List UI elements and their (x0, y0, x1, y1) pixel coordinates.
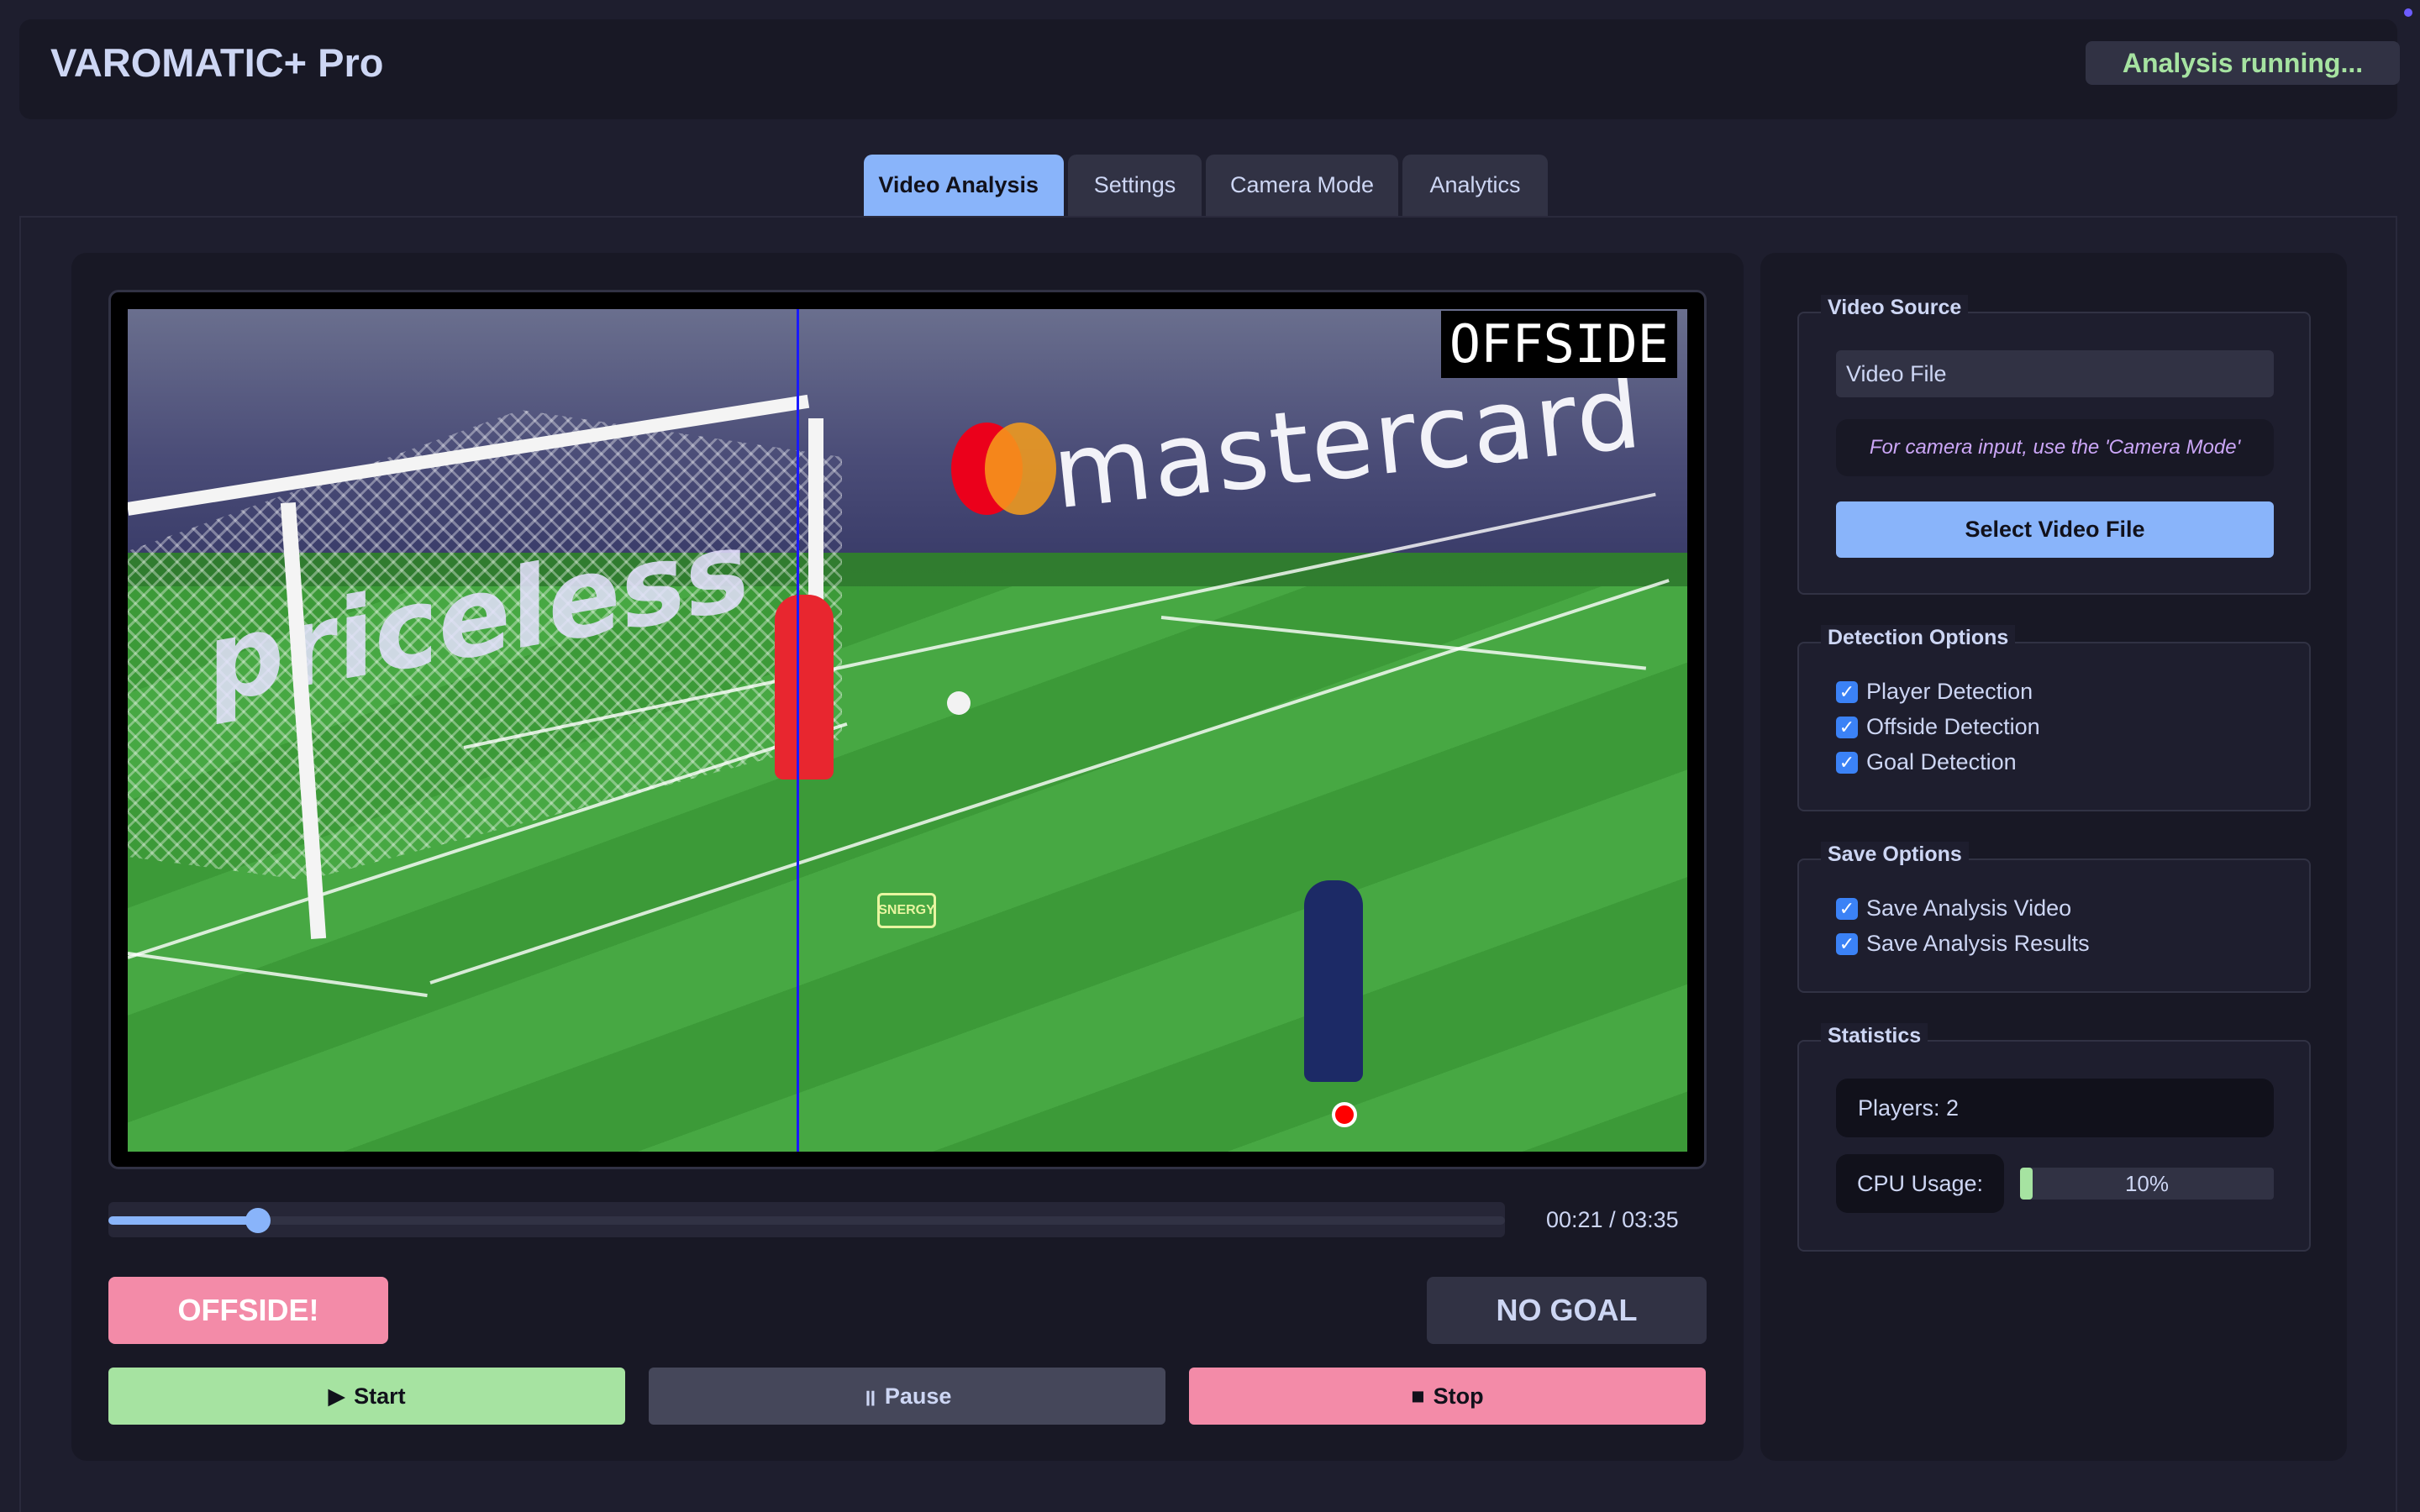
checkbox-checked-icon[interactable]: ✓ (1836, 751, 1858, 774)
app-title: VAROMATIC+ Pro (50, 40, 384, 85)
cpu-usage-percent: 10% (2124, 1170, 2170, 1196)
cpu-usage-label: CPU Usage: (1836, 1154, 2004, 1213)
pause-label: Pause (884, 1383, 952, 1409)
time-display: 00:21 / 03:35 (1546, 1207, 1679, 1232)
select-video-file-button[interactable]: Select Video File (1836, 501, 2274, 558)
checkbox-label: Player Detection (1866, 679, 2033, 704)
video-display: mastercard priceless SNERGY OFFSIDE (108, 290, 1707, 1169)
player-blue (1304, 880, 1363, 1082)
player-detection-checkbox[interactable]: ✓ Player Detection (1836, 679, 2033, 705)
seek-handle[interactable] (245, 1208, 271, 1233)
pause-button[interactable]: ॥ Pause (649, 1368, 1165, 1425)
goal-decision-badge: NO GOAL (1427, 1277, 1707, 1344)
offside-detection-checkbox[interactable]: ✓ Offside Detection (1836, 714, 2040, 740)
video-source-group: Video Source Video File For camera input… (1797, 295, 2311, 595)
checkbox-checked-icon[interactable]: ✓ (1836, 897, 1858, 920)
player-red (775, 595, 834, 780)
checkbox-checked-icon[interactable]: ✓ (1836, 680, 1858, 703)
window-indicator-dot (2404, 8, 2412, 17)
save-analysis-video-checkbox[interactable]: ✓ Save Analysis Video (1836, 895, 2071, 921)
offside-decision-badge: OFFSIDE! (108, 1277, 388, 1344)
seek-rail (108, 1216, 1505, 1225)
stop-button[interactable]: ■ Stop (1189, 1368, 1706, 1425)
mastercard-logo (951, 423, 1056, 515)
group-title: Statistics (1821, 1023, 1928, 1048)
players-count: Players: 2 (1836, 1079, 2274, 1137)
pause-icon: ॥ (862, 1384, 876, 1410)
goal-detection-checkbox[interactable]: ✓ Goal Detection (1836, 749, 2017, 775)
player-marker-dot (1332, 1102, 1357, 1127)
status-badge: Analysis running... (2086, 41, 2400, 85)
video-seek-slider[interactable] (108, 1202, 1505, 1237)
camera-hint: For camera input, use the 'Camera Mode' (1836, 419, 2274, 476)
tab-camera-mode[interactable]: Camera Mode (1206, 155, 1398, 216)
group-title: Save Options (1821, 842, 1969, 867)
detection-options-group: Detection Options ✓ Player Detection ✓ O… (1797, 625, 2311, 811)
checkbox-label: Offside Detection (1866, 714, 2040, 739)
tab-bar: Video Analysis Settings Camera Mode Anal… (864, 155, 1548, 216)
tab-analytics[interactable]: Analytics (1402, 155, 1548, 216)
checkbox-label: Save Analysis Results (1866, 931, 2090, 956)
seek-progress (108, 1216, 258, 1225)
ball (947, 691, 971, 715)
checkbox-label: Goal Detection (1866, 749, 2017, 774)
video-panel: mastercard priceless SNERGY OFFSIDE 00:2… (71, 253, 1744, 1461)
video-source-field[interactable]: Video File (1836, 350, 2274, 397)
cpu-usage-bar: 10% (2020, 1168, 2274, 1200)
stop-label: Stop (1433, 1383, 1484, 1409)
statistics-group: Statistics Players: 2 CPU Usage: 10% (1797, 1023, 2311, 1252)
group-title: Video Source (1821, 295, 1969, 320)
app-header: VAROMATIC+ Pro Analysis running... (19, 19, 2400, 119)
start-button[interactable]: ▶ Start (108, 1368, 625, 1425)
settings-sidebar: Video Source Video File For camera input… (1760, 253, 2347, 1461)
checkbox-checked-icon[interactable]: ✓ (1836, 932, 1858, 955)
save-analysis-results-checkbox[interactable]: ✓ Save Analysis Results (1836, 931, 2090, 957)
offside-overlay-label: OFFSIDE (1440, 311, 1677, 378)
checkbox-label: Save Analysis Video (1866, 895, 2072, 921)
tab-settings[interactable]: Settings (1068, 155, 1202, 216)
stop-icon: ■ (1411, 1383, 1425, 1409)
group-title: Detection Options (1821, 625, 2016, 650)
play-icon: ▶ (328, 1383, 346, 1409)
tab-video-analysis[interactable]: Video Analysis (864, 155, 1064, 216)
checkbox-checked-icon[interactable]: ✓ (1836, 716, 1858, 738)
start-label: Start (354, 1383, 406, 1409)
save-options-group: Save Options ✓ Save Analysis Video ✓ Sav… (1797, 842, 2311, 993)
sponsor-tag: SNERGY (877, 893, 936, 928)
offside-line (797, 309, 799, 1152)
video-frame-image: mastercard priceless SNERGY OFFSIDE (128, 309, 1687, 1152)
